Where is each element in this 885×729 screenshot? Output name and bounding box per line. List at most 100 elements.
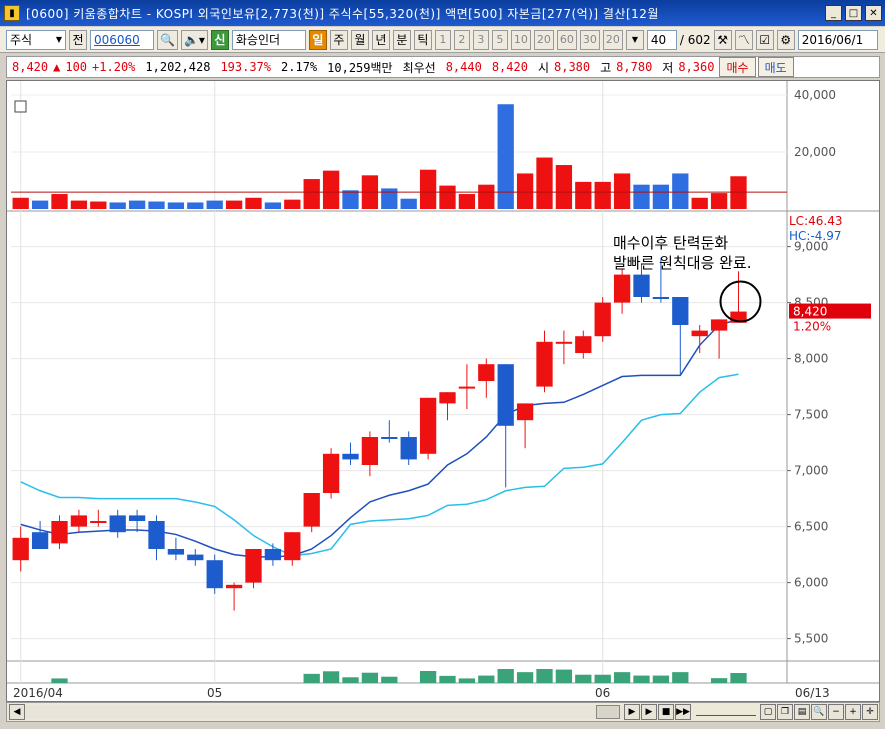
ma-long-line [20,373,739,557]
indicator-bar [342,677,359,683]
volume-value: 1,202,428 [145,60,211,74]
maximize-icon[interactable]: □ [845,5,862,21]
period-tab-year[interactable]: 년 [371,29,390,50]
indicator-bar [710,678,728,683]
turnover-rate: 2.17% [281,60,318,74]
candle-body [691,330,708,337]
interval-button[interactable]: 20 [533,29,554,50]
candle-body [70,515,88,527]
stock-name-field: 화승인더 [231,29,306,50]
interval-button[interactable]: 2 [453,29,470,50]
window-icon[interactable]: ▢ [760,704,776,720]
sell-button[interactable]: 매도 [757,57,794,77]
volume-bar [31,200,49,209]
zoom-icon[interactable]: 🔍 [811,704,827,720]
indicator-bar [458,678,476,683]
market-type-select[interactable]: 주식 ▼ [6,29,66,50]
ma-short-line [20,318,739,558]
candle-body [497,364,514,426]
volume-bar [90,201,107,209]
scroll-thumb[interactable] [596,705,620,719]
scroll-right-icon[interactable]: ▶ [624,704,640,720]
speaker-icon[interactable]: 🔈▾ [180,29,208,50]
volume-bar [633,184,650,209]
current-price: 8,420 [12,60,49,74]
candlestick-chart[interactable]: 9,0008,5008,0007,5007,0006,5006,0005,500… [7,81,879,701]
candle-body [652,297,670,299]
candle-body [419,397,437,454]
buy-button[interactable]: 매수 [719,57,756,77]
checklist-icon[interactable]: ☑ [755,29,774,50]
volume-bar [342,190,359,209]
candle-body [109,515,126,533]
volume-bar [206,200,223,209]
indicator-bar [613,672,631,683]
minimize-icon[interactable]: _ [825,5,842,21]
candle-body [128,515,146,521]
close-icon[interactable]: ✕ [865,5,882,21]
volume-bar [148,201,165,209]
interval-button[interactable]: 3 [472,29,489,50]
price-tick-label: 7,500 [794,408,828,422]
candle-body [148,521,165,549]
candle-body [633,274,650,297]
volume-bar [264,202,282,209]
scroll-track[interactable] [26,705,624,719]
volume-bar [225,200,243,209]
grid-icon [14,100,27,113]
count-input[interactable]: 40 [646,29,677,50]
play-icon[interactable]: ▶ [641,704,657,720]
volume-bar [439,185,456,209]
plus-icon[interactable]: + [845,704,861,720]
volume-bar [478,184,495,209]
period-tab-month[interactable]: 월 [350,29,369,50]
interval-button[interactable]: 1 [434,29,451,50]
date-input[interactable]: 2016/06/1 [797,29,878,50]
volume-bar [187,202,204,209]
interval-button[interactable]: 20 [602,29,623,50]
high-price: 8,780 [616,60,653,74]
high-label: 고 [600,60,612,75]
chart-area[interactable]: 9,000 8,500 8,000 7,500 7,000 6,500 6,000 5,500… [6,80,880,702]
period-tab-week[interactable]: 주 [329,29,348,50]
period-tab-tick[interactable]: 틱 [413,29,432,50]
indicator-bar [536,669,553,683]
candle-body [187,554,204,561]
volume-bar [400,198,417,209]
scroll-left-icon[interactable]: ◀ [9,704,25,720]
market-type-label: 주식 [10,33,33,47]
jeon-button[interactable]: 전 [69,29,87,50]
search-icon[interactable]: 🔍 [157,29,178,50]
indicator-bar [439,675,456,683]
chevron-down-icon[interactable]: ▼ [625,29,644,50]
copy-icon[interactable]: ❐ [777,704,793,720]
period-tab-minute[interactable]: 분 [392,29,411,50]
trend-icon[interactable]: 〽 [734,29,753,50]
crosshair-icon[interactable]: ✛ [862,704,878,720]
interval-button[interactable]: 10 [510,29,531,50]
stop-icon[interactable]: ■ [658,704,674,720]
chart-scrollbar[interactable]: ◀ ▶ ▶ ■ ▶▶ ▢ ❐ ▤ 🔍 − + ✛ [6,702,880,722]
speed-slider[interactable] [696,708,756,716]
minus-icon[interactable]: − [828,704,844,720]
candle-body [361,437,379,465]
candle-body [439,392,456,404]
price-change: 100 [65,60,88,74]
period-tab-day[interactable]: 일 [308,29,327,50]
gear-icon[interactable]: ⚙ [776,29,795,50]
fast-forward-icon[interactable]: ▶▶ [675,704,691,720]
candle-body [90,521,107,523]
chart-icon[interactable]: ▤ [794,704,810,720]
signal-button[interactable]: 신 [210,29,229,50]
volume-bar [555,165,573,209]
stock-code-input[interactable]: 006060 [90,29,154,50]
interval-button[interactable]: 60 [556,29,577,50]
interval-button[interactable]: 30 [579,29,600,50]
window-title: [0600] 키움종합차트 - KOSPI 외국인보유[2,773(천)] 주식… [26,6,659,21]
tools-icon[interactable]: ⚒ [713,29,732,50]
candle-body [303,493,320,527]
interval-button[interactable]: 5 [491,29,508,50]
trade-amount: 10,259백만 [327,60,393,75]
hc-label: HC:-4.97 [789,229,842,243]
window-titlebar: ▮ [0600] 키움종합차트 - KOSPI 외국인보유[2,773(천)] … [0,0,885,26]
